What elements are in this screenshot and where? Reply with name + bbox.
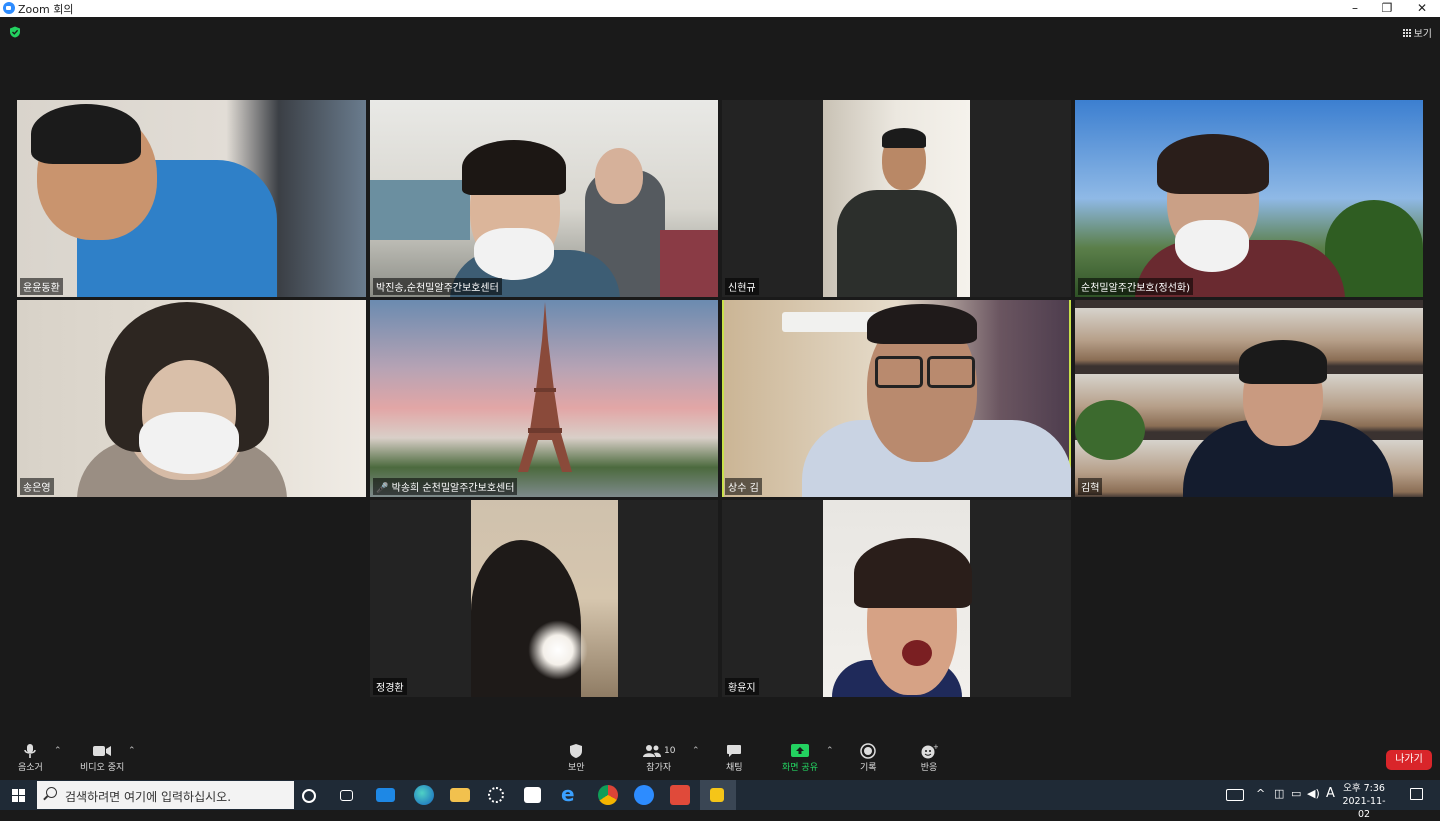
edge-icon[interactable] [414,785,434,805]
participants-options-caret-icon[interactable]: ⌃ [692,746,700,756]
reactions-button[interactable]: + 반응 [920,742,938,773]
chat-button[interactable]: 채팅 [726,742,743,773]
share-screen-label: 화면 공유 [782,763,818,773]
clock-date: 2021-11-02 [1342,796,1386,820]
record-button[interactable]: 기록 [860,742,877,773]
notification-icon[interactable] [1410,788,1423,800]
window-title: Zoom 회의 [18,3,74,16]
title-bar: Zoom 회의 – ❐ ✕ [0,0,1440,17]
participants-button[interactable]: 10 참가자 [642,742,675,773]
video-tile[interactable]: 윤윤동환 [17,100,366,297]
participant-name: 김혁 [1078,478,1103,495]
internet-explorer-icon[interactable]: e [561,782,581,806]
video-tile[interactable]: 신현규 [722,100,1071,297]
microsoft-store-icon[interactable] [524,787,541,803]
participant-name: 상수 김 [725,478,762,495]
video-options-caret-icon[interactable]: ⌃ [128,746,136,756]
participant-name: 송은영 [20,478,54,495]
zoom-app-icon [3,2,15,14]
security-button[interactable]: 보안 [568,742,585,773]
stop-video-button[interactable]: 비디오 중지 [80,742,124,773]
mail-icon[interactable] [376,788,395,802]
stop-video-label: 비디오 중지 [80,763,125,773]
record-icon [860,743,877,759]
participant-name: 황윤지 [725,678,759,695]
ime-indicator[interactable]: A [1326,786,1335,801]
share-options-caret-icon[interactable]: ⌃ [826,746,834,756]
zoom-taskbar-icon[interactable] [634,785,654,805]
grid-view-icon [1402,28,1411,37]
chrome-icon[interactable] [598,785,618,805]
participant-name: 윤윤동환 [20,278,63,295]
participant-name: 정경환 [373,678,407,695]
cortana-icon[interactable] [302,789,316,803]
windows-taskbar: 검색하려면 여기에 입력하십시오. e ^ ◫ ▭ ◀) A 오후 7:36 2… [0,780,1440,820]
taskbar-clock[interactable]: 오후 7:36 2021-11-02 [1340,782,1388,821]
security-shield-icon [570,744,583,758]
eiffel-tower-image [518,302,572,472]
volume-icon[interactable]: ◀) [1307,787,1320,800]
maximize-button[interactable]: ❐ [1370,0,1404,17]
settings-gear-icon[interactable] [488,787,504,803]
video-camera-icon [93,746,112,756]
clock-time: 오후 7:36 [1343,783,1385,794]
view-button-label: 보기 [1413,29,1432,40]
svg-text:+: + [933,743,938,751]
leave-meeting-button[interactable]: 나가기 [1386,750,1432,770]
video-tile[interactable]: 박진송,순천밀알주간보호센터 [370,100,718,297]
microphone-icon [24,744,37,758]
touch-keyboard-icon[interactable] [1226,789,1244,801]
participant-name: 박진송,순천밀알주간보호센터 [373,278,502,295]
video-tile-active-speaker[interactable]: 상수 김 [722,300,1071,497]
app-s-icon[interactable] [670,785,690,805]
camera-icon[interactable]: ◫ [1274,787,1284,800]
search-icon [46,787,57,798]
record-label: 기록 [860,763,877,773]
chat-bubble-icon [727,745,742,757]
audio-options-caret-icon[interactable]: ⌃ [54,746,62,756]
muted-mic-icon: 🎤 [376,483,389,494]
file-explorer-icon[interactable] [450,788,470,802]
participant-name: 신현규 [725,278,759,295]
network-icon[interactable]: ▭ [1291,787,1301,800]
mute-button[interactable]: 음소거 [18,742,43,773]
reactions-label: 반응 [920,763,938,773]
video-tile[interactable]: 순천밀알주간보호(정선화) [1075,100,1423,297]
taskbar-search-placeholder: 검색하려면 여기에 입력하십시오. [65,790,232,804]
reaction-smiley-icon: + [921,743,938,759]
task-view-icon[interactable] [340,790,353,801]
video-tile[interactable]: 김혁 [1075,300,1423,497]
participants-icon [643,745,661,757]
view-button[interactable]: 보기 [1402,25,1432,40]
participants-label: 참가자 [646,763,672,773]
video-tile[interactable]: 황윤지 [722,500,1071,697]
video-tile[interactable]: 🎤 박송희 순천밀알주간보호센터 [370,300,718,497]
participant-name: 순천밀알주간보호(정선화) [1078,278,1194,295]
participants-count: 10 [664,746,676,756]
video-tile[interactable]: 송은영 [17,300,366,497]
video-tile[interactable]: 정경환 [370,500,718,697]
snipping-tool-icon[interactable] [710,788,724,802]
taskbar-search-box[interactable]: 검색하려면 여기에 입력하십시오. [37,781,294,809]
security-label: 보안 [568,763,585,773]
minimize-button[interactable]: – [1338,0,1372,17]
share-screen-icon [790,744,809,757]
show-hidden-icons-caret-icon[interactable]: ^ [1256,787,1265,800]
chat-label: 채팅 [726,763,743,773]
encryption-shield-icon[interactable] [9,26,21,38]
close-button[interactable]: ✕ [1405,0,1439,17]
participant-name: 🎤 박송희 순천밀알주간보호센터 [373,478,518,495]
meeting-toolbar: 음소거 ⌃ 비디오 중지 ⌃ 보안 10 참가자 ⌃ 채팅 화면 공유 ⌃ 기록… [0,738,1440,780]
mute-label: 음소거 [18,763,43,773]
windows-start-icon[interactable] [12,789,25,802]
share-screen-button[interactable]: 화면 공유 [782,742,818,773]
